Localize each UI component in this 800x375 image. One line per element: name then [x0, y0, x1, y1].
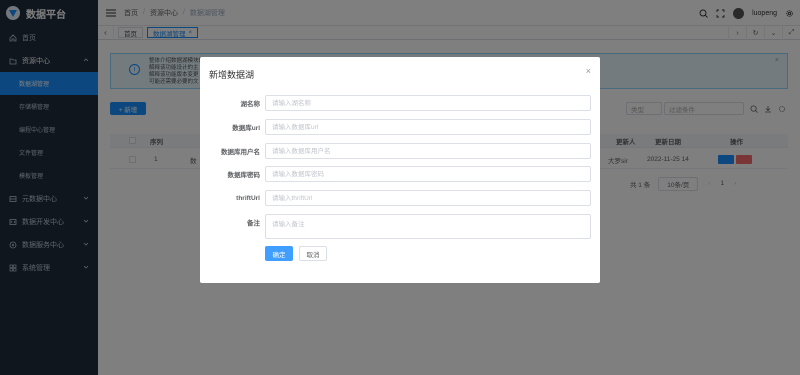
- form-row-remark: 备注: [200, 214, 600, 239]
- form-row-db-username: 数据库用户名: [200, 143, 600, 159]
- cancel-button[interactable]: 取消: [299, 246, 327, 261]
- thrift-url-input[interactable]: [265, 190, 591, 206]
- form-row-lake-name: 湖名称: [200, 95, 600, 111]
- add-datalake-dialog: 新增数据湖 × 湖名称 数据库url 数据库用户名 数据库密码 thriftUr…: [200, 57, 600, 283]
- form-row-thrift-url: thriftUrl: [200, 190, 600, 206]
- lake-name-label: 湖名称: [240, 101, 261, 108]
- db-password-input[interactable]: [265, 166, 591, 182]
- thrift-url-label: thriftUrl: [236, 194, 260, 202]
- db-username-label: 数据库用户名: [221, 149, 260, 156]
- close-icon[interactable]: ×: [586, 66, 591, 76]
- form-row-db-password: 数据库密码: [200, 166, 600, 182]
- form-row-db-url: 数据库url: [200, 119, 600, 135]
- db-password-label: 数据库密码: [227, 172, 261, 179]
- remark-textarea[interactable]: [265, 214, 591, 239]
- remark-label: 备注: [247, 220, 260, 227]
- db-url-label: 数据库url: [232, 125, 260, 132]
- confirm-button[interactable]: 确定: [265, 246, 293, 261]
- dialog-title: 新增数据湖: [209, 70, 255, 80]
- lake-name-input[interactable]: [265, 95, 591, 111]
- db-url-input[interactable]: [265, 119, 591, 135]
- db-username-input[interactable]: [265, 143, 591, 159]
